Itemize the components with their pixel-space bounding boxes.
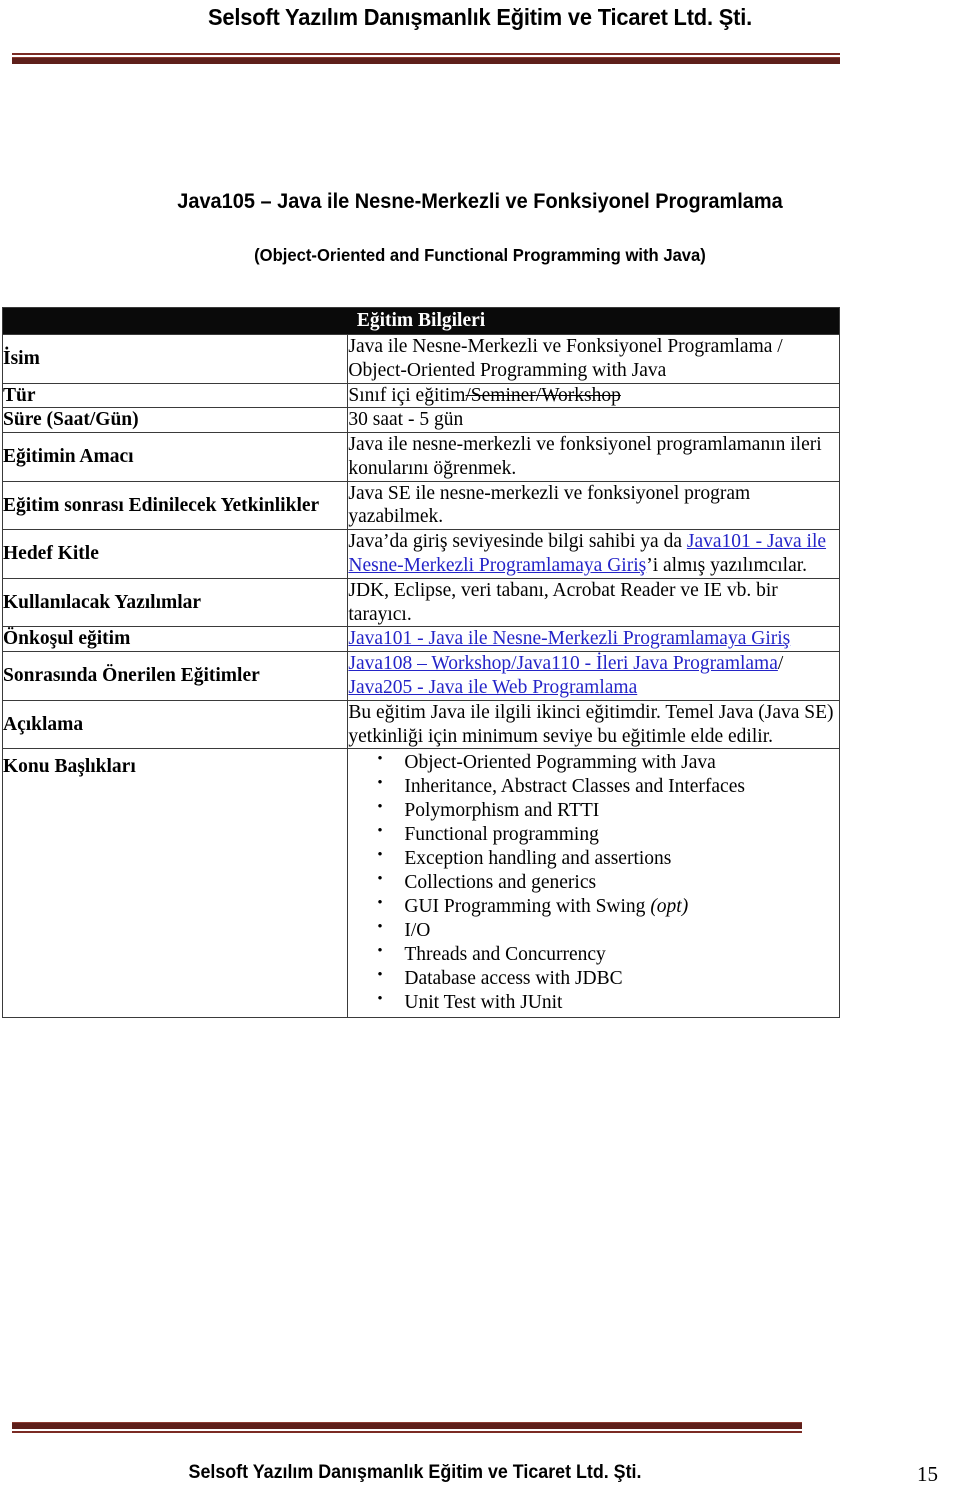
header-rule-thick-line [12, 57, 840, 64]
topic-list-item: Threads and Concurrency [377, 942, 839, 967]
row-value-yetkinlikler: Java SE ile nesne-merkezli ve fonksiyone… [347, 480, 840, 531]
topic-text: Inheritance, Abstract Classes and Interf… [404, 776, 745, 798]
row-value-onkosul: Java101 - Java ile Nesne-Merkezli Progra… [347, 626, 840, 653]
table-header-title: Eğitim Bilgileri [2, 307, 840, 335]
row-value-konu-basliklari: Object-Oriented Pogramming with JavaInhe… [347, 748, 840, 1019]
table-row: Sonrasında Önerilen Eğitimler Java108 – … [1, 651, 840, 701]
training-info-table: Eğitim Bilgileri İsim Java ile Nesne-Mer… [1, 307, 840, 1019]
header-divider-rule [12, 53, 840, 64]
link-java205[interactable]: Java205 - Java ile Web Programlama [348, 677, 637, 698]
row-value-egitimin-amaci: Java ile nesne-merkezli ve fonksiyonel p… [347, 432, 840, 482]
tur-value-struck: /Seminer/Workshop [465, 384, 621, 406]
row-value-tur: Sınıf içi eğitim/Seminer/Workshop [347, 382, 840, 409]
page-header: Selsoft Yazılım Danışmanlık Eğitim ve Ti… [0, 0, 960, 80]
topic-text: Functional programming [404, 824, 599, 846]
table-row: Eğitim sonrası Edinilecek Yetkinlikler J… [1, 480, 840, 531]
topic-list-item: GUI Programming with Swing (opt) [377, 894, 839, 919]
table-row: Kullanılacak Yazılımlar JDK, Eclipse, ve… [1, 577, 840, 628]
topic-text: Database access with JDBC [404, 968, 623, 990]
row-value-sure: 30 saat - 5 gün [347, 407, 840, 434]
footer-divider-rule [12, 1422, 802, 1433]
table-header-row: Eğitim Bilgileri [2, 307, 840, 335]
topic-list-item: Unit Test with JUnit [377, 990, 839, 1015]
topic-text: Polymorphism and RTTI [404, 800, 600, 822]
row-value-hedef-kitle: Java’da giriş seviyesinde bilgi sahibi y… [347, 529, 840, 579]
topic-text: I/O [404, 920, 431, 942]
row-label-egitimin-amaci: Eğitimin Amacı [1, 432, 349, 482]
topic-list-item: Object-Oriented Pogramming with Java [377, 750, 839, 775]
topic-list: Object-Oriented Pogramming with JavaInhe… [348, 750, 839, 1015]
topic-text: GUI Programming with Swing [404, 896, 651, 918]
topic-text: Object-Oriented Pogramming with Java [404, 752, 716, 774]
topic-list-item: Inheritance, Abstract Classes and Interf… [377, 774, 839, 799]
footer-rule-thin-line [12, 1431, 802, 1433]
row-value-aciklama: Bu eğitim Java ile ilgili ikinci eğitimd… [347, 699, 840, 750]
table-row: Hedef Kitle Java’da giriş seviyesinde bi… [1, 529, 840, 579]
link-java101-onkosul[interactable]: Java101 - Java ile Nesne-Merkezli Progra… [348, 628, 790, 649]
topic-list-item: Database access with JDBC [377, 966, 839, 991]
hedef-kitle-prefix: Java’da giriş seviyesinde bilgi sahibi y… [348, 531, 687, 553]
link-java108-java110[interactable]: Java108 – Workshop/Java110 - İleri Java … [348, 653, 778, 674]
course-title: Java105 – Java ile Nesne-Merkezli ve Fon… [177, 190, 783, 213]
topic-list-item: Collections and generics [377, 870, 839, 895]
topic-list-item: I/O [377, 918, 839, 943]
footer-rule-thick-line [12, 1422, 802, 1429]
topic-text: Exception handling and assertions [404, 848, 672, 870]
page-number: 15 [917, 1462, 938, 1486]
topic-text: Collections and generics [404, 872, 597, 894]
row-label-yetkinlikler: Eğitim sonrası Edinilecek Yetkinlikler [1, 480, 349, 531]
table-row: Tür Sınıf içi eğitim/Seminer/Workshop [1, 382, 840, 409]
row-label-onkosul: Önkoşul eğitim [1, 626, 349, 653]
tur-value-normal: Sınıf içi eğitim [348, 384, 466, 406]
row-label-tur: Tür [1, 382, 349, 409]
onerilen-separator: / [777, 653, 784, 675]
course-subtitle: (Object-Oriented and Functional Programm… [254, 245, 706, 265]
table-row: Eğitimin Amacı Java ile nesne-merkezli v… [1, 432, 840, 482]
row-label-isim: İsim [1, 334, 349, 384]
header-company-title: Selsoft Yazılım Danışmanlık Eğitim ve Ti… [207, 4, 753, 30]
row-value-yazilimlar: JDK, Eclipse, veri tabanı, Acrobat Reade… [347, 577, 840, 628]
topic-optional-marker: (opt) [650, 896, 689, 918]
row-label-sure: Süre (Saat/Gün) [1, 407, 349, 434]
topic-list-item: Exception handling and assertions [377, 846, 839, 871]
row-label-yazilimlar: Kullanılacak Yazılımlar [1, 577, 349, 628]
row-label-onerilen-egitimler: Sonrasında Önerilen Eğitimler [1, 651, 349, 701]
hedef-kitle-suffix: ’i almış yazılımcılar. [646, 555, 808, 577]
table-row: İsim Java ile Nesne-Merkezli ve Fonksiyo… [1, 334, 840, 384]
table-row: Önkoşul eğitim Java101 - Java ile Nesne-… [1, 626, 840, 653]
table-row: Süre (Saat/Gün) 30 saat - 5 gün [1, 407, 840, 434]
topic-list-item: Functional programming [377, 822, 839, 847]
row-label-aciklama: Açıklama [1, 699, 349, 750]
table-row: Açıklama Bu eğitim Java ile ilgili ikinc… [1, 699, 840, 750]
row-label-konu-basliklari: Konu Başlıkları [1, 748, 349, 1019]
topic-list-item: Polymorphism and RTTI [377, 798, 839, 823]
topic-text: Threads and Concurrency [404, 944, 606, 966]
row-value-isim: Java ile Nesne-Merkezli ve Fonksiyonel P… [347, 334, 840, 384]
footer-company-title: Selsoft Yazılım Danışmanlık Eğitim ve Ti… [188, 1462, 642, 1483]
row-value-onerilen-egitimler: Java108 – Workshop/Java110 - İleri Java … [347, 651, 840, 701]
table-row: Konu Başlıkları Object-Oriented Pogrammi… [1, 748, 840, 1019]
row-label-hedef-kitle: Hedef Kitle [1, 529, 349, 579]
topic-text: Unit Test with JUnit [404, 992, 563, 1014]
